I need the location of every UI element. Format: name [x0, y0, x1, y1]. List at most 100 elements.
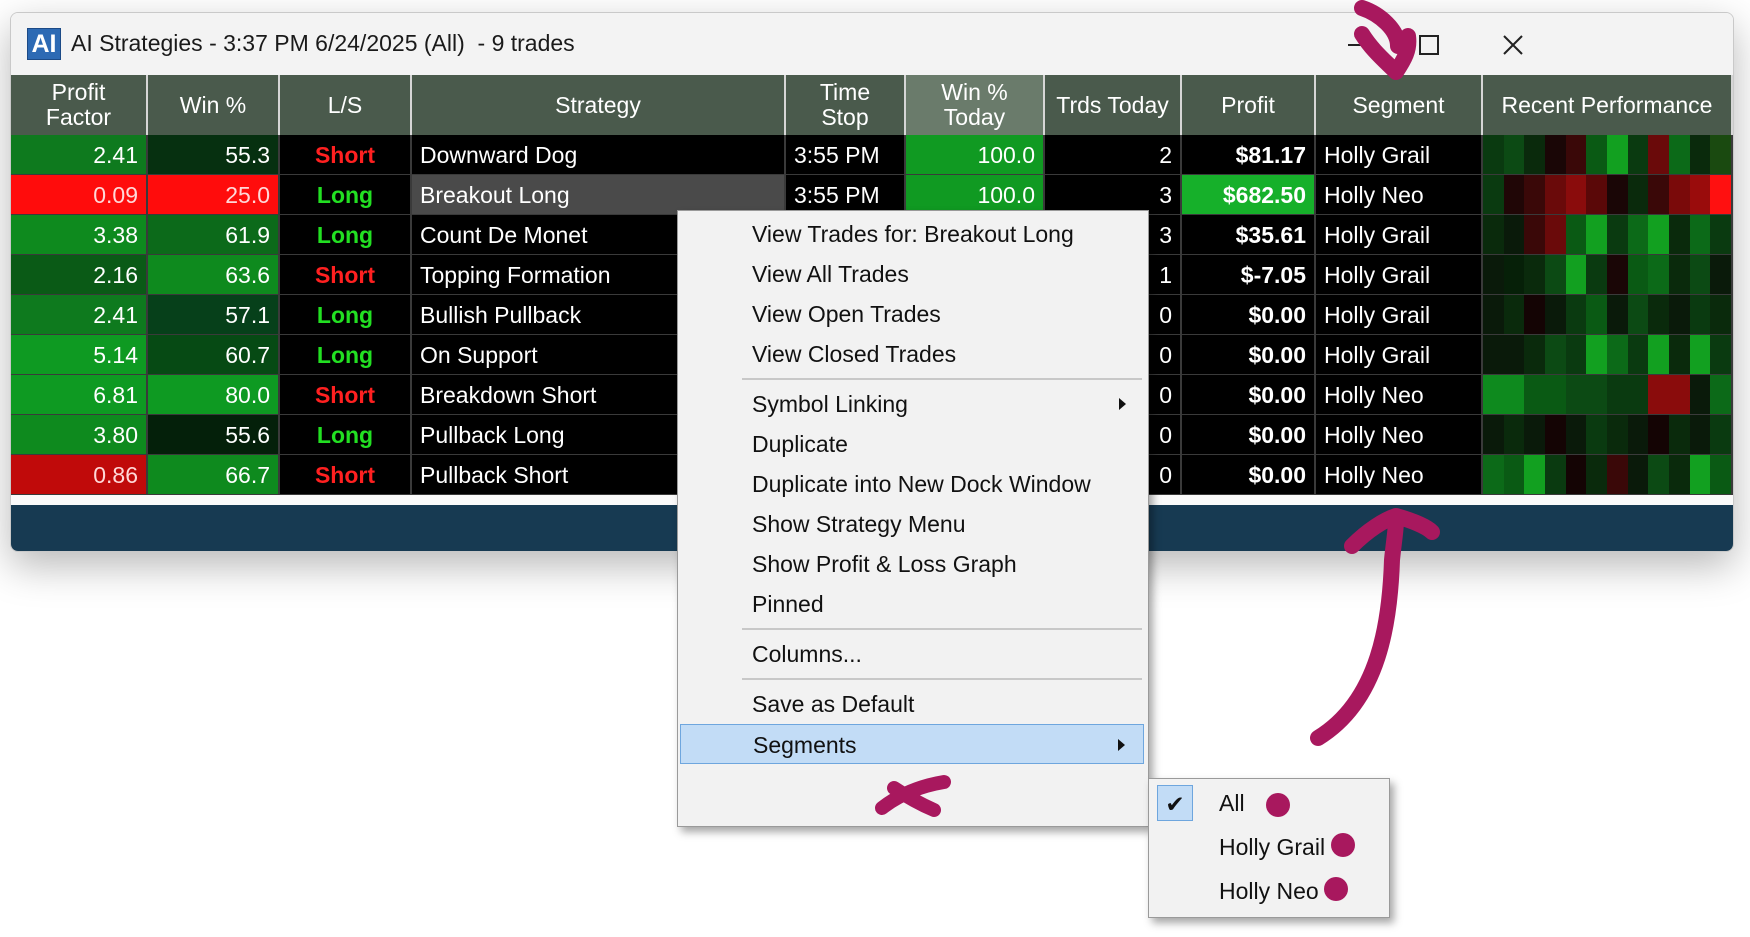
performance-block — [1483, 295, 1504, 334]
segment-cell: Holly Grail — [1316, 215, 1483, 255]
menu-item-view-open-trades[interactable]: View Open Trades — [680, 294, 1144, 334]
segment-cell: Holly Neo — [1316, 415, 1483, 455]
performance-block — [1545, 175, 1566, 214]
performance-block — [1503, 455, 1525, 494]
segment-option-holly-grail[interactable]: Holly Grail — [1151, 826, 1387, 868]
performance-block — [1565, 375, 1587, 414]
profit-cell: $0.00 — [1182, 455, 1316, 495]
performance-block — [1648, 415, 1670, 454]
menu-item-view-closed-trades[interactable]: View Closed Trades — [680, 334, 1144, 374]
menu-item-view-trades-for-breakout-long[interactable]: View Trades for: Breakout Long — [680, 214, 1144, 254]
col-ls-header[interactable]: L/S — [280, 75, 412, 135]
performance-block — [1586, 175, 1608, 214]
maximize-button[interactable] — [1401, 27, 1457, 63]
close-icon — [1503, 35, 1523, 55]
close-button[interactable] — [1485, 27, 1541, 63]
performance-block — [1503, 135, 1525, 174]
maximize-icon — [1419, 34, 1439, 55]
performance-block — [1627, 295, 1649, 334]
performance-block — [1524, 255, 1546, 294]
profit-cell: $81.17 — [1182, 135, 1316, 175]
long-short-cell: Short — [280, 255, 412, 295]
performance-block — [1607, 175, 1628, 214]
recent-performance-heatmap — [1483, 175, 1733, 215]
long-short-cell: Long — [280, 335, 412, 375]
menu-item-segments[interactable]: Segments — [680, 724, 1144, 764]
performance-block — [1545, 255, 1566, 294]
strategy-name-cell: Breakout Long — [412, 175, 786, 215]
performance-block — [1627, 455, 1649, 494]
table-row[interactable]: 0.09 25.0 Long Breakout Long 3:55 PM 100.0 3 $6… — [11, 175, 1733, 215]
performance-block — [1669, 375, 1690, 414]
menu-item-duplicate-into-new-dock-window[interactable]: Duplicate into New Dock Window — [680, 464, 1144, 504]
menu-item-show-strategy-menu[interactable]: Show Strategy Menu — [680, 504, 1144, 544]
col-win-pct-header[interactable]: Win % — [148, 75, 280, 135]
time-stop-cell: 3:55 PM — [786, 135, 906, 175]
performance-block — [1545, 295, 1566, 334]
menu-item-label: View All Trades — [752, 261, 909, 287]
performance-block — [1689, 215, 1711, 254]
col-recent-performance-header[interactable]: Recent Performance — [1483, 75, 1733, 135]
performance-block — [1648, 375, 1670, 414]
performance-block — [1565, 215, 1587, 254]
menu-item-label: Segments — [753, 732, 857, 758]
performance-block — [1648, 135, 1670, 174]
performance-block — [1586, 455, 1608, 494]
table-row[interactable]: 2.41 55.3 Short Downward Dog 3:55 PM 100.0 2 $8… — [11, 135, 1733, 175]
performance-block — [1627, 215, 1649, 254]
profit-cell: $0.00 — [1182, 375, 1316, 415]
profit-factor-cell: 5.14 — [11, 335, 148, 375]
performance-block — [1648, 175, 1670, 214]
long-short-cell: Long — [280, 215, 412, 255]
profit-factor-cell: 2.41 — [11, 135, 148, 175]
segment-option-label: Holly Grail — [1219, 834, 1326, 860]
profit-cell: $0.00 — [1182, 415, 1316, 455]
col-trds-today-header[interactable]: Trds Today — [1045, 75, 1182, 135]
recent-performance-heatmap — [1483, 375, 1733, 415]
recent-performance-heatmap — [1483, 295, 1733, 335]
profit-factor-cell: 0.86 — [11, 455, 148, 495]
performance-block — [1627, 375, 1649, 414]
menu-item-label: Pinned — [752, 591, 824, 617]
col-profit-header[interactable]: Profit — [1182, 75, 1316, 135]
performance-block — [1545, 375, 1566, 414]
long-short-cell: Long — [280, 175, 412, 215]
col-profit-factor-header[interactable]: Profit Factor — [11, 75, 148, 135]
menu-item-duplicate[interactable]: Duplicate — [680, 424, 1144, 464]
performance-block — [1669, 255, 1690, 294]
performance-block — [1586, 215, 1608, 254]
col-strategy-header[interactable]: Strategy — [412, 75, 786, 135]
performance-block — [1545, 135, 1566, 174]
col-time-stop-header[interactable]: Time Stop — [786, 75, 906, 135]
recent-performance-heatmap — [1483, 215, 1733, 255]
minimize-button[interactable] — [1329, 27, 1385, 63]
menu-item-pinned[interactable]: Pinned — [680, 584, 1144, 624]
recent-performance-heatmap — [1483, 455, 1733, 495]
performance-block — [1648, 255, 1670, 294]
performance-block — [1503, 215, 1525, 254]
menu-item-label: Duplicate into New Dock Window — [752, 471, 1091, 497]
performance-block — [1607, 415, 1628, 454]
performance-block — [1669, 175, 1690, 214]
performance-block — [1503, 335, 1525, 374]
menu-item-label: View Closed Trades — [752, 341, 957, 367]
menu-item-show-profit-loss-graph[interactable]: Show Profit & Loss Graph — [680, 544, 1144, 584]
menu-item-label: View Trades for: Breakout Long — [752, 221, 1074, 247]
menu-item-save-as-default[interactable]: Save as Default — [680, 684, 1144, 724]
win-pct-cell: 25.0 — [148, 175, 280, 215]
long-short-cell: Long — [280, 415, 412, 455]
segment-option-all[interactable]: ✔ All — [1151, 782, 1387, 824]
menu-item-label: Show Profit & Loss Graph — [752, 551, 1017, 577]
menu-item-symbol-linking[interactable]: Symbol Linking — [680, 384, 1144, 424]
title-bar[interactable]: AI AI Strategies - 3:37 PM 6/24/2025 (Al… — [11, 13, 1733, 75]
col-win-today-header[interactable]: Win % Today — [906, 75, 1045, 135]
col-segment-header[interactable]: Segment — [1316, 75, 1483, 135]
performance-block — [1565, 335, 1587, 374]
profit-factor-cell: 3.38 — [11, 215, 148, 255]
performance-block — [1524, 375, 1546, 414]
segment-option-holly-neo[interactable]: Holly Neo — [1151, 870, 1387, 912]
menu-item-columns[interactable]: Columns... — [680, 634, 1144, 674]
menu-item-view-all-trades[interactable]: View All Trades — [680, 254, 1144, 294]
performance-block — [1545, 455, 1566, 494]
win-pct-cell: 61.9 — [148, 215, 280, 255]
